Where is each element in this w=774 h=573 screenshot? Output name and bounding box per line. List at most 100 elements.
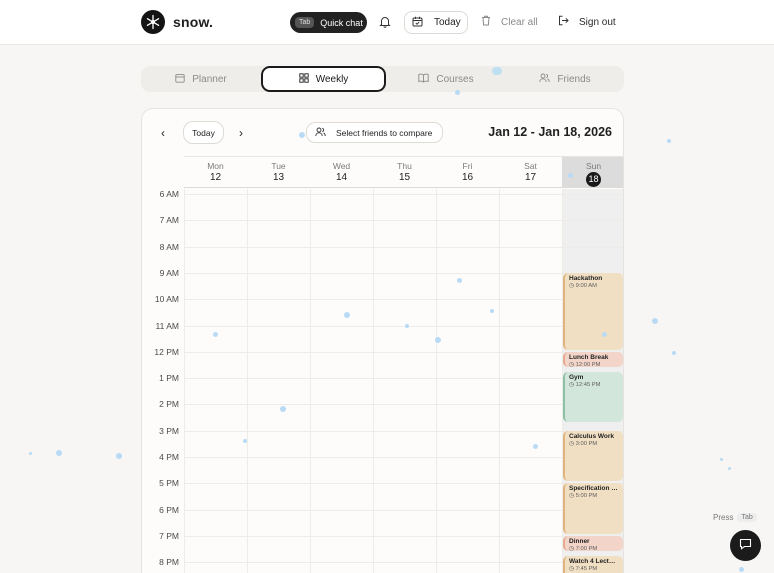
- press-tab-hint: Press Tab: [713, 513, 757, 522]
- press-label: Press: [713, 513, 734, 522]
- event-time-value: 7:00 PM: [575, 545, 598, 551]
- hour-label: 7 AM: [159, 215, 179, 226]
- tab-label: Courses: [436, 73, 474, 85]
- hour-divider: [184, 378, 623, 380]
- hour-label: 6 AM: [159, 189, 179, 199]
- day-header-sun: Sun 18: [562, 156, 623, 188]
- event-time-value: 12:45 PM: [575, 381, 601, 388]
- snow-dot: [299, 132, 305, 138]
- tab-friends[interactable]: Friends: [506, 66, 624, 92]
- event-title: Lunch Break: [569, 353, 609, 361]
- hour-divider: [184, 220, 623, 222]
- day-date: 13: [272, 172, 285, 183]
- users-icon: [315, 127, 326, 139]
- chat-bubble-icon: [739, 537, 752, 555]
- snow-dot: [213, 332, 218, 337]
- day-name: Mon: [207, 161, 224, 171]
- tab-planner[interactable]: Planner: [141, 66, 261, 92]
- select-friends-button[interactable]: Select friends to compare: [306, 122, 443, 143]
- event-time-value: 9:00 AM: [575, 282, 597, 289]
- snow-dot: [652, 318, 658, 324]
- hour-label: 8 AM: [159, 241, 179, 252]
- hour-label: 10 AM: [154, 294, 179, 305]
- event-block[interactable]: Gym ◷ 12:45 PM: [563, 371, 623, 423]
- calendar-check-icon: [412, 16, 423, 30]
- clock-icon: ◷: [569, 282, 576, 289]
- today-button[interactable]: Today: [404, 11, 468, 34]
- event-time-value: 5:00 PM: [575, 493, 598, 500]
- snow-dot: [490, 309, 494, 313]
- clock-icon: ◷: [569, 493, 576, 500]
- snow-dot: [29, 452, 32, 455]
- today-label: Today: [434, 17, 461, 28]
- snow-dot: [667, 139, 671, 143]
- snow-dot: [280, 406, 286, 412]
- day-date: 12: [209, 172, 222, 183]
- day-header-mon: Mon 12: [184, 156, 247, 188]
- event-block[interactable]: Watch 4 Lectur... ◷ 7:45 PM: [563, 555, 623, 573]
- snow-dot: [720, 458, 723, 461]
- day-date: 14: [335, 172, 348, 183]
- snow-dot: [243, 439, 247, 443]
- hour-label: 5 PM: [159, 478, 179, 489]
- users-icon: [539, 73, 550, 86]
- snow-dot: [435, 337, 441, 343]
- event-time: ◷ 7:00 PM: [569, 546, 619, 551]
- previous-week-chevron-icon[interactable]: ‹: [161, 126, 165, 140]
- top-bar: snow. Tab Quick chat Today Clear all Sig…: [0, 0, 774, 45]
- day-date: 16: [461, 172, 474, 183]
- day-name: Sat: [524, 161, 537, 171]
- event-time: ◷ 12:45 PM: [569, 382, 619, 388]
- event-title: Hackathon: [569, 274, 603, 282]
- day-date: 15: [398, 172, 411, 183]
- time-grid[interactable]: 6 AM 7 AM 8 AM 9 AM 10 AM 11 AM 12 PM 1 PM 2 PM 3…: [142, 189, 623, 573]
- hour-divider: [184, 272, 623, 274]
- grid-icon: [299, 72, 309, 86]
- day-header-tue: Tue 13: [247, 156, 310, 188]
- hour-label: 11 AM: [155, 320, 179, 331]
- next-week-chevron-icon[interactable]: ›: [239, 126, 243, 140]
- snow-dot: [568, 173, 573, 178]
- book-icon: [418, 73, 430, 86]
- event-time: ◷ 5:00 PM: [569, 493, 619, 499]
- weekly-calendar: ‹ Today › Select friends to compare Jan …: [141, 108, 624, 573]
- event-block[interactable]: Calculus Work ◷ 3:00 PM: [563, 430, 623, 482]
- clear-all-button[interactable]: Clear all: [481, 15, 538, 29]
- upload-badge-icon: [492, 67, 502, 75]
- tab-weekly[interactable]: Weekly: [261, 66, 386, 92]
- sign-out-button[interactable]: Sign out: [558, 15, 616, 29]
- clear-all-label: Clear all: [501, 16, 538, 28]
- hour-divider: [184, 535, 623, 537]
- day-name: Thu: [397, 161, 412, 171]
- hour-divider: [184, 404, 623, 406]
- snow-dot: [739, 567, 744, 572]
- hour-label: 6 PM: [159, 504, 179, 515]
- day-header-wed: Wed 14: [310, 156, 373, 188]
- hour-divider: [184, 351, 623, 353]
- event-title: Gym: [569, 373, 584, 381]
- day-name: Fri: [462, 161, 473, 171]
- hour-label: 9 AM: [159, 267, 179, 278]
- hour-divider: [184, 509, 623, 511]
- event-title: Specification D...: [569, 485, 619, 493]
- event-block[interactable]: Specification D... ◷ 5:00 PM: [563, 483, 623, 534]
- bell-icon[interactable]: [379, 15, 393, 29]
- hour-label: 7 PM: [159, 530, 179, 541]
- tab-label: Planner: [192, 73, 227, 85]
- tab-label: Friends: [557, 73, 591, 85]
- snow-dot: [457, 278, 462, 283]
- chat-fab-button[interactable]: [730, 530, 761, 561]
- hour-divider: [184, 457, 623, 458]
- sign-out-icon: [558, 15, 569, 29]
- snow-dot: [56, 450, 62, 456]
- calendar-today-button[interactable]: Today: [183, 121, 224, 144]
- event-block[interactable]: Dinner ◷ 7:00 PM: [563, 535, 623, 551]
- today-date-badge: 18: [586, 172, 601, 187]
- quick-chat-button[interactable]: Tab Quick chat: [290, 12, 367, 33]
- quick-chat-label: Quick chat: [320, 17, 363, 28]
- hour-label: 3 PM: [159, 425, 179, 436]
- event-block[interactable]: Lunch Break ◷ 12:00 PM: [563, 351, 623, 367]
- event-block[interactable]: Hackathon ◷ 9:00 AM: [563, 272, 623, 350]
- tab-courses[interactable]: Courses: [386, 66, 506, 92]
- snowflake-logo-icon[interactable]: [141, 10, 165, 34]
